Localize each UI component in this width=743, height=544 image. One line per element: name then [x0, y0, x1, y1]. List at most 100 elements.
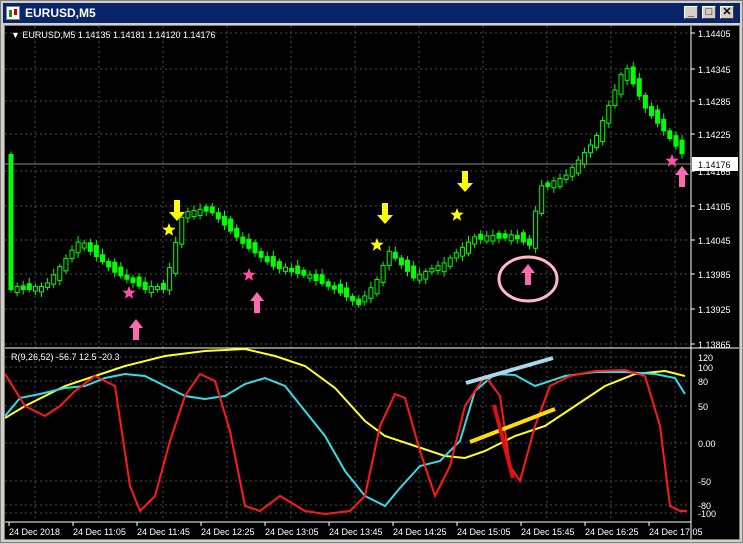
candle-body — [319, 274, 325, 284]
candle-body — [594, 135, 600, 149]
candle-body — [490, 235, 496, 242]
candle-body — [533, 210, 539, 249]
candle-body — [386, 250, 392, 266]
candle-body — [51, 274, 57, 285]
candle-body — [374, 279, 380, 295]
candle-body — [472, 236, 478, 245]
candle-body — [362, 295, 368, 303]
indicator-tick-label: -100 — [698, 509, 716, 519]
title-bar[interactable]: EURUSD,M5 _ □ ✕ — [3, 3, 740, 23]
minimize-button[interactable]: _ — [684, 6, 698, 19]
maximize-button[interactable]: □ — [702, 6, 716, 19]
candle-body — [496, 232, 502, 239]
candle-body — [539, 185, 545, 214]
candle-body — [75, 241, 81, 254]
candle-body — [112, 261, 118, 273]
candle-body — [344, 287, 349, 298]
candle-body — [276, 261, 282, 270]
candle-body — [8, 154, 14, 290]
candle-body — [447, 257, 453, 267]
candle-body — [118, 266, 124, 277]
candle-body — [81, 242, 87, 249]
candle-body — [429, 268, 435, 273]
candle-body — [32, 286, 38, 292]
candle-body — [14, 286, 20, 293]
candle-body — [289, 267, 295, 273]
candle-body — [197, 208, 203, 216]
candle-body — [87, 242, 93, 252]
candle-body — [209, 206, 215, 214]
candle-body — [649, 106, 654, 117]
candle-body — [307, 274, 313, 279]
time-tick-label: 24 Dec 11:45 — [137, 527, 190, 537]
candle-body — [588, 144, 593, 154]
time-tick-label: 24 Dec 15:45 — [521, 527, 575, 537]
candle-body — [569, 167, 575, 177]
window-title: EURUSD,M5 — [25, 6, 96, 20]
candle-body — [179, 216, 185, 245]
price-tick-label: 1.14105 — [698, 202, 731, 212]
candle-body — [57, 266, 63, 281]
candle-body — [368, 287, 374, 299]
candle-body — [100, 254, 105, 263]
candle-body — [45, 282, 51, 288]
candle-body — [301, 269, 307, 276]
candle-body — [673, 135, 679, 147]
candle-body — [417, 273, 423, 281]
time-tick-label: 24 Dec 13:05 — [265, 527, 319, 537]
candle-body — [240, 236, 246, 244]
price-tick-label: 1.13985 — [698, 270, 731, 280]
close-button[interactable]: ✕ — [720, 6, 734, 19]
candle-body — [39, 286, 44, 293]
indicator-tick-label: 100 — [698, 363, 713, 373]
price-chart-header: ▼ EURUSD,M5 1.14135 1.14181 1.14120 1.14… — [11, 30, 216, 40]
candle-body — [252, 242, 258, 254]
time-tick-label: 24 Dec 2018 — [9, 527, 60, 537]
chart-window-icon — [6, 6, 20, 20]
candle-body — [551, 180, 557, 189]
candle-body — [398, 257, 404, 266]
price-tick-label: 1.14345 — [698, 65, 731, 75]
candle-body — [191, 209, 197, 218]
candle-body — [459, 246, 465, 257]
candle-body — [215, 212, 221, 220]
candle-body — [283, 266, 288, 272]
candle-body — [173, 242, 179, 274]
candle-body — [270, 256, 276, 267]
chart-window: EURUSD,M5 _ □ ✕ 1.14405 1.14345 1.14285 1.1… — [0, 0, 743, 543]
candle-body — [630, 66, 636, 85]
candle-body — [545, 182, 551, 187]
candle-body — [655, 109, 661, 124]
candle-body — [423, 270, 429, 280]
candle-body — [26, 283, 32, 291]
time-tick-label: 24 Dec 17:05 — [649, 527, 703, 537]
candle-body — [350, 295, 356, 302]
candle-body — [527, 238, 532, 246]
candle-body — [142, 281, 148, 290]
candle-body — [93, 244, 99, 258]
candle-body — [264, 256, 270, 263]
candle-body — [679, 139, 685, 155]
candle-body — [246, 238, 252, 249]
candle-body — [600, 120, 606, 143]
candle-body — [557, 178, 563, 187]
price-tick-label: 1.13925 — [698, 305, 731, 315]
time-tick-label: 24 Dec 14:25 — [393, 527, 447, 537]
candle-body — [356, 298, 362, 306]
candle-body — [337, 283, 343, 294]
candle-body — [563, 174, 569, 180]
time-tick-label: 24 Dec 16:25 — [585, 527, 639, 537]
chart-area[interactable]: 1.14405 1.14345 1.14285 1.14225 1.14165 1.141… — [4, 25, 740, 540]
candle-body — [167, 267, 173, 291]
candle-body — [478, 233, 484, 240]
candle-body — [325, 281, 331, 287]
candle-body — [435, 265, 441, 271]
candle-body — [520, 232, 526, 243]
price-tick-label: 1.14285 — [698, 97, 731, 107]
indicator-tick-label: 50 — [698, 402, 708, 412]
price-tick-label: 1.14405 — [698, 29, 731, 39]
candle-body — [313, 273, 319, 282]
candle-body — [484, 235, 490, 242]
candle-body — [581, 152, 587, 165]
candle-body — [161, 283, 166, 291]
